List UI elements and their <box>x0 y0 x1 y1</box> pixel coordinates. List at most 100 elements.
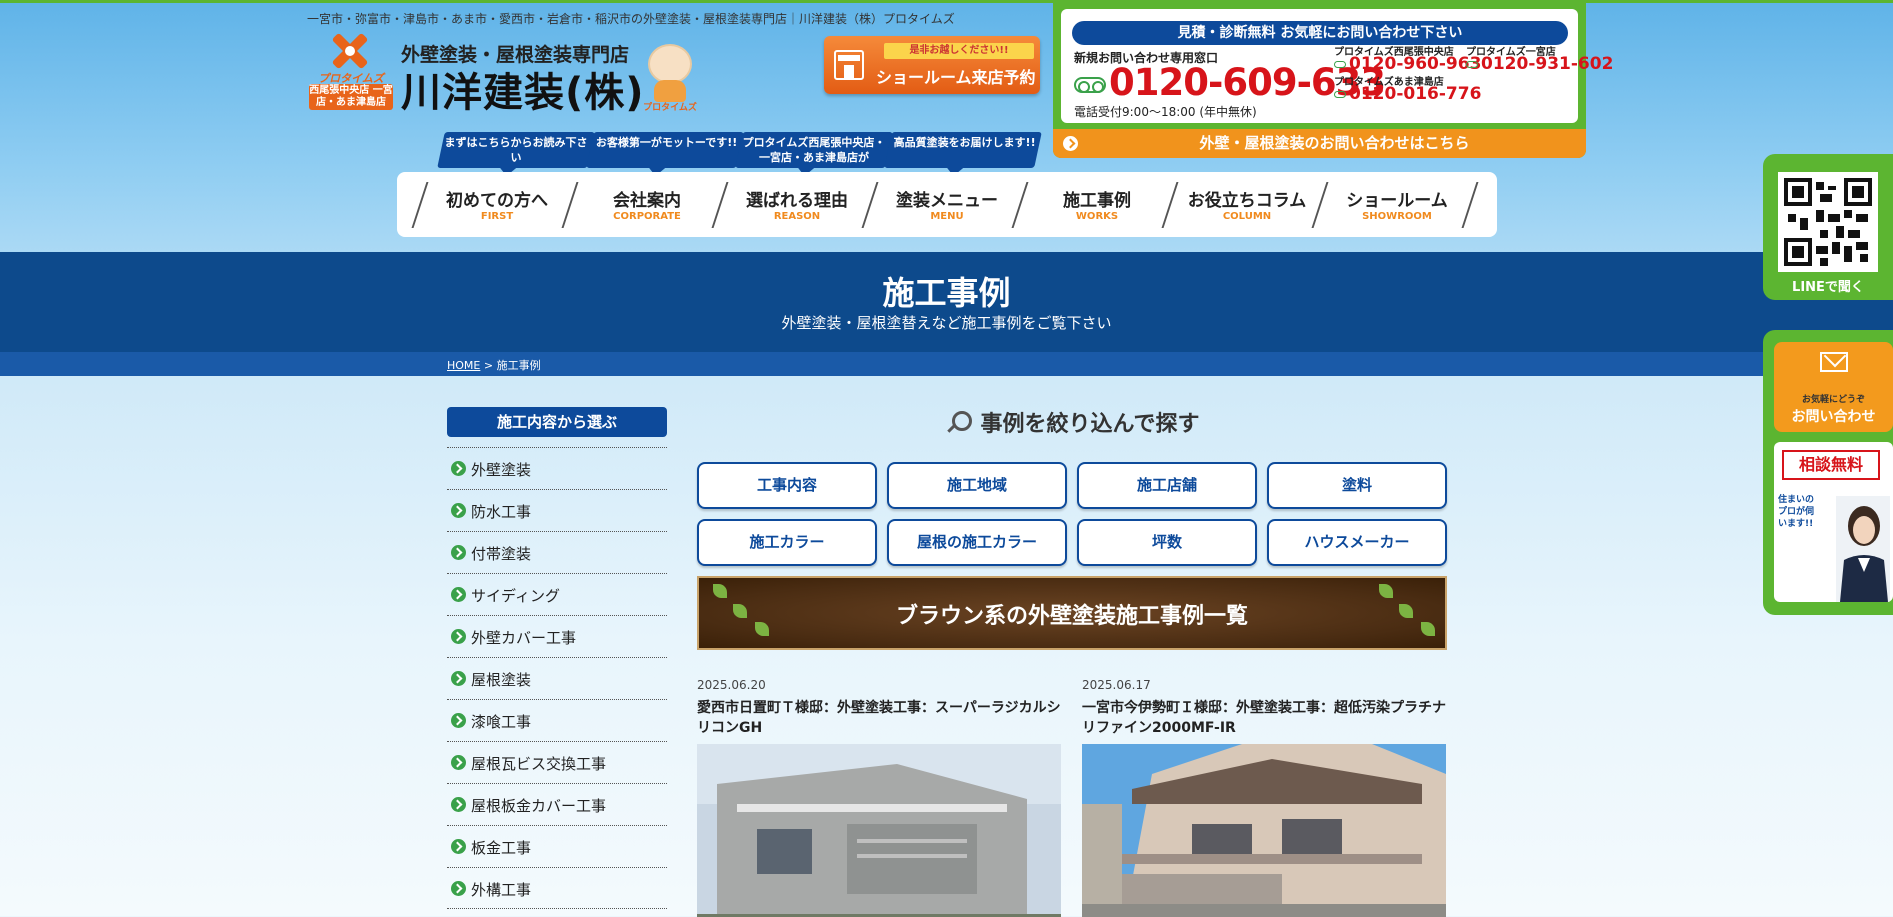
sidebar-item-label: 外壁塗装 <box>471 461 532 479</box>
case-date: 2025.06.20 <box>697 678 766 692</box>
main-navigation: 初めての方へ FIRST 会社案内 CORPORATE 選ばれる理由 REASON 塗… <box>397 172 1497 237</box>
sidebar-item-plaster[interactable]: 漆喰工事 <box>447 699 667 741</box>
freedial-icon <box>1074 77 1106 93</box>
search-icon <box>945 409 972 435</box>
page-title-band: 施工事例 外壁塗装・屋根塗替えなど施工事例をご覧下さい <box>0 252 1893 352</box>
speech-tab-menu: 高品質塗装をお届けします!! <box>884 132 1042 168</box>
speech-tab-text: 高品質塗装をお届けします!! <box>893 136 1036 149</box>
sidebar-title: 施工内容から選ぶ <box>447 407 667 437</box>
nav-item-works[interactable]: 施工事例 WORKS <box>1022 172 1172 237</box>
case-card[interactable]: 2025.06.17 一宮市今伊勢町Ｉ様邸：外壁塗装工事：超低汚染プラチナリファ… <box>1082 678 1446 917</box>
sidebar-item-exterior-paint[interactable]: 外壁塗装 <box>447 447 667 489</box>
sidebar-item-accessory-paint[interactable]: 付帯塗装 <box>447 531 667 573</box>
nav-label: 施工事例 <box>1063 191 1131 211</box>
nav-item-corporate[interactable]: 会社案内 CORPORATE <box>572 172 722 237</box>
filter-button-store[interactable]: 施工店舗 <box>1077 462 1257 509</box>
sidebar-item-waterproof[interactable]: 防水工事 <box>447 489 667 531</box>
contact-title: 見積・診断無料 お気軽にお問い合わせ下さい <box>1072 21 1568 45</box>
filter-button-color[interactable]: 施工カラー <box>697 519 877 566</box>
freedial-icon <box>1466 60 1478 68</box>
contact-hours: 電話受付9:00～18:00 (年中無休) <box>1074 105 1257 119</box>
mascot-head <box>648 44 692 84</box>
speech-tab-first: まずはこちらからお読み下さい <box>437 132 595 168</box>
branch-tel-nishiowari[interactable]: 0120-960-963 <box>1334 54 1481 74</box>
inquiry-small-text: お気軽にどうぞ <box>1801 395 1865 405</box>
case-photo[interactable] <box>1082 744 1446 917</box>
speech-tab-text: まずはこちらからお読み下さい <box>444 136 588 164</box>
case-title[interactable]: 愛西市日置町Ｔ様邸：外壁塗装工事：スーパーラジカルシリコンGH <box>697 698 1061 738</box>
chevron-right-icon <box>451 545 466 560</box>
showroom-reservation-button[interactable]: 是非お越しください!! ショールーム来店予約 <box>824 36 1040 94</box>
mascot-illustration: プロタイムズ <box>630 30 710 113</box>
nav-label: お役立ちコラム <box>1187 191 1307 211</box>
breadcrumb-separator: > <box>480 359 497 372</box>
sidebar-item-exterior-works[interactable]: 外構工事 <box>447 867 667 909</box>
consultation-button[interactable]: 相談無料 住まいのプロが伺います!! <box>1774 442 1893 602</box>
freedial-icon <box>1334 90 1346 98</box>
breadcrumb-home-link[interactable]: HOME <box>447 359 480 372</box>
consult-free-badge: 相談無料 <box>1782 450 1880 480</box>
filter-button-area[interactable]: 施工地域 <box>887 462 1067 509</box>
nav-item-reason[interactable]: 選ばれる理由 REASON <box>722 172 872 237</box>
case-photo[interactable] <box>697 744 1061 917</box>
company-name[interactable]: 川洋建装(株) <box>401 60 645 118</box>
filter-button-house-maker[interactable]: ハウスメーカー <box>1267 519 1447 566</box>
logo-branch-text: 西尾張中央店 一宮店・あま津島店 <box>309 84 393 110</box>
sidebar-item-siding[interactable]: サイディング <box>447 573 667 615</box>
qr-code-graphic <box>1784 178 1872 266</box>
sidebar-item-label: 外構工事 <box>471 881 532 899</box>
nav-item-showroom[interactable]: ショールーム SHOWROOM <box>1322 172 1472 237</box>
branch-tel-ichinomiya[interactable]: 0120-931-602 <box>1466 54 1613 74</box>
sidebar-item-label: 防水工事 <box>471 503 532 521</box>
nav-label: ショールーム <box>1346 191 1448 211</box>
case-card[interactable]: 2025.06.20 愛西市日置町Ｔ様邸：外壁塗装工事：スーパーラジカルシリコン… <box>697 678 1061 917</box>
branch-tel-amatsushima[interactable]: 0120-016-776 <box>1334 84 1481 104</box>
envelope-icon <box>1820 352 1848 372</box>
sidebar-item-roof-paint[interactable]: 屋根塗装 <box>447 657 667 699</box>
chevron-right-icon <box>451 713 466 728</box>
breadcrumb: HOME > 施工事例 <box>447 357 541 373</box>
chevron-right-icon <box>451 839 466 854</box>
sidebar-item-label: サイディング <box>471 587 560 605</box>
speech-tab-text: プロタイムズ西尾張中央店・一宮店・あま津島店が <box>742 136 886 164</box>
contact-box: 見積・診断無料 お気軽にお問い合わせ下さい 新規お問い合わせ専用窓口 0120-… <box>1053 3 1613 158</box>
nav-item-menu[interactable]: 塗装メニュー MENU <box>872 172 1022 237</box>
chevron-right-icon <box>451 881 466 896</box>
chevron-right-icon <box>451 587 466 602</box>
filter-button-tsubo[interactable]: 坪数 <box>1077 519 1257 566</box>
case-title[interactable]: 一宮市今伊勢町Ｉ様邸：外壁塗装工事：超低汚染プラチナリファイン2000MF-IR <box>1082 698 1446 738</box>
speech-tab-text: お客様第一がモットーです!! <box>595 136 738 149</box>
nav-sublabel: COLUMN <box>1222 211 1272 222</box>
inquiry-button[interactable]: お気軽にどうぞ お問い合わせ <box>1774 342 1893 432</box>
sidebar-item-roof-tile-screw[interactable]: 屋根瓦ビス交換工事 <box>447 741 667 783</box>
breadcrumb-current: 施工事例 <box>496 359 541 372</box>
protimes-logo[interactable]: プロタイムズ 西尾張中央店 一宮店・あま津島店 <box>309 28 393 110</box>
nav-item-first[interactable]: 初めての方へ FIRST <box>422 172 572 237</box>
showroom-label: ショールーム来店予約 <box>876 68 1036 87</box>
category-banner: ブラウン系の外壁塗装施工事例一覧 <box>697 576 1447 650</box>
contact-link-bar[interactable]: 外壁・屋根塗装のお問い合わせはこちら <box>1053 129 1586 158</box>
line-qr-widget[interactable]: LINEで聞く <box>1763 154 1893 300</box>
filter-button-paint[interactable]: 塗料 <box>1267 462 1447 509</box>
speech-tab-corporate: お客様第一がモットーです!! <box>586 132 744 168</box>
sidebar-item-wall-cover[interactable]: 外壁カバー工事 <box>447 615 667 657</box>
chevron-right-icon <box>451 629 466 644</box>
contact-inner: 見積・診断無料 お気軽にお問い合わせ下さい 新規お問い合わせ専用窓口 0120-… <box>1061 9 1613 123</box>
filter-button-work-type[interactable]: 工事内容 <box>697 462 877 509</box>
sidebar-item-label: 屋根瓦ビス交換工事 <box>471 755 607 773</box>
inquiry-widget: お気軽にどうぞ お問い合わせ 相談無料 住まいのプロが伺います!! <box>1763 330 1893 615</box>
case-date: 2025.06.17 <box>1082 678 1151 692</box>
sidebar-item-label: 付帯塗装 <box>471 545 532 563</box>
search-heading-text: 事例を絞り込んで探す <box>980 412 1200 437</box>
nav-label: 会社案内 <box>613 191 681 211</box>
sidebar-item-label: 屋根塗装 <box>471 671 532 689</box>
nav-item-column[interactable]: お役立ちコラム COLUMN <box>1172 172 1322 237</box>
nav-label: 塗装メニュー <box>896 191 998 211</box>
filter-button-roof-color[interactable]: 屋根の施工カラー <box>887 519 1067 566</box>
sidebar-item-sheet-metal[interactable]: 板金工事 <box>447 825 667 867</box>
sidebar-item-roof-metal-cover[interactable]: 屋根板金カバー工事 <box>447 783 667 825</box>
sidebar-item-label: 漆喰工事 <box>471 713 532 731</box>
consult-text: 住まいのプロが伺います!! <box>1778 495 1815 529</box>
sidebar-item-label: 外壁カバー工事 <box>471 629 577 647</box>
house-photo-beige <box>1082 744 1446 917</box>
